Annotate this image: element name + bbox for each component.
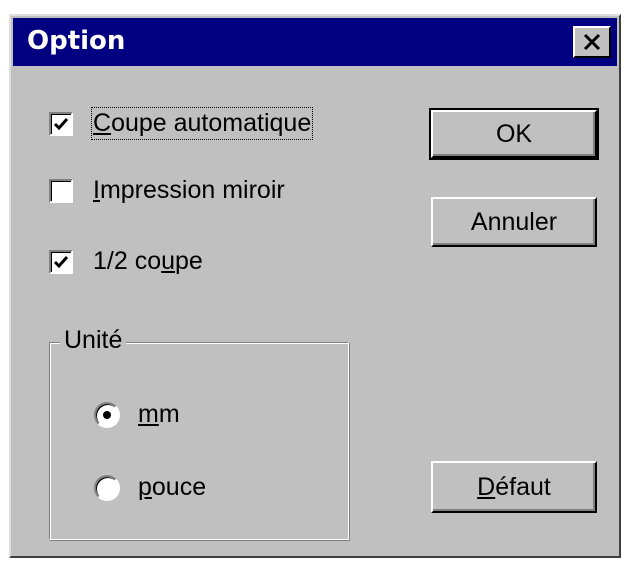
unit-inch-option[interactable]: pouce	[94, 473, 206, 502]
radio-selected-dot	[103, 410, 111, 419]
half-cut-checkbox[interactable]	[49, 249, 73, 274]
option-dialog: Option Coupe automatique Impression miro…	[9, 14, 621, 558]
unit-mm-label: mm	[138, 400, 180, 428]
mirror-print-option[interactable]: Impression miroir	[49, 176, 285, 205]
checkmark-icon	[53, 117, 69, 130]
unit-mm-option[interactable]: mm	[94, 400, 180, 429]
auto-cut-option[interactable]: Coupe automatique	[49, 107, 314, 140]
close-icon	[583, 33, 601, 51]
unit-group-label: Unité	[60, 326, 127, 355]
half-cut-option[interactable]: 1/2 coupe	[49, 247, 203, 276]
default-button[interactable]: Défaut	[431, 461, 597, 513]
auto-cut-label: Coupe automatique	[90, 107, 314, 140]
title-bar: Option	[13, 18, 617, 66]
unit-group: Unité mm pouce	[49, 326, 349, 540]
unit-inch-label: pouce	[138, 473, 207, 501]
mirror-print-label: Impression miroir	[93, 176, 285, 204]
cancel-button[interactable]: Annuler	[431, 197, 597, 247]
unit-inch-radio[interactable]	[94, 474, 120, 501]
mirror-print-checkbox[interactable]	[49, 178, 73, 203]
close-button[interactable]	[573, 26, 611, 58]
window-title: Option	[27, 26, 126, 56]
auto-cut-checkbox[interactable]	[49, 111, 73, 136]
checkmark-icon	[53, 255, 69, 268]
ok-button[interactable]: OK	[429, 108, 599, 160]
unit-mm-radio[interactable]	[94, 401, 120, 428]
half-cut-label: 1/2 coupe	[93, 247, 203, 275]
